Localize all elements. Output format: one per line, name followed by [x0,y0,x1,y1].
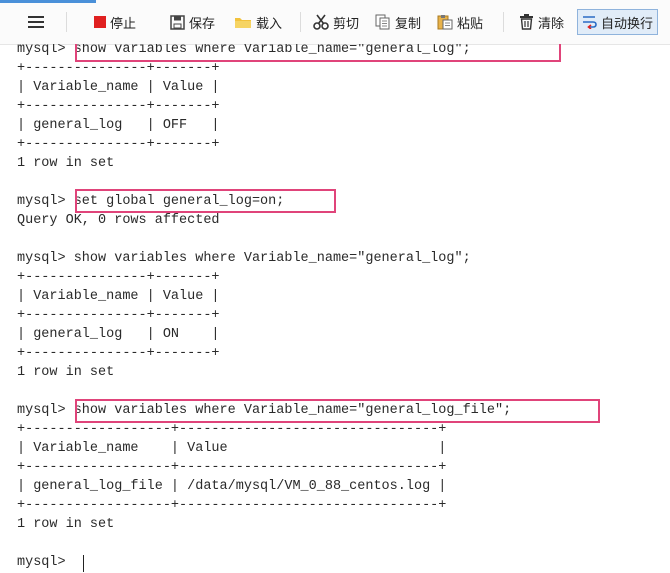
terminal-line: Query OK, 0 rows affected [17,213,220,228]
terminal-line: +---------------+-------+ [17,99,220,114]
cut-button[interactable]: 剪切 [313,10,359,34]
toolbar-separator [66,12,67,32]
copy-label: 复制 [395,15,422,31]
copy-icon [375,14,390,30]
clear-label: 清除 [538,15,565,31]
terminal-line: | Variable_name | Value | [17,80,220,95]
terminal-line: | Variable_name | Value | [17,289,220,304]
menu-button[interactable] [28,10,44,34]
load-label: 载入 [256,15,283,31]
folder-icon [235,18,251,28]
terminal-line: +---------------+-------+ [17,346,220,361]
trash-icon [520,14,533,30]
hamburger-icon [28,16,44,28]
terminal-line: +------------------+--------------------… [17,498,447,513]
terminal-line: | general_log | ON | [17,327,220,342]
active-tab-indicator [0,0,96,3]
clear-button[interactable]: 清除 [519,10,564,34]
stop-button[interactable]: 停止 [94,10,136,34]
terminal-line: +---------------+-------+ [17,270,220,285]
text-cursor [83,555,84,572]
terminal-line: +---------------+-------+ [17,308,220,323]
autowrap-toggle[interactable]: 自动换行 [577,9,659,35]
terminal-line: mysql> show variables where Variable_nam… [17,403,512,418]
terminal-line: mysql> [17,555,74,570]
paste-button[interactable]: 粘贴 [437,10,483,34]
terminal-output[interactable]: mysql> show variables where Variable_nam… [0,44,670,573]
toolbar-separator [503,12,504,32]
terminal-line: | general_log | OFF | [17,118,220,133]
terminal-line: 1 row in set [17,517,115,532]
terminal-toolbar: 停止 保存 载入 剪切 复制 粘贴 清除 自动换行 [0,0,670,45]
scissors-icon [313,14,329,30]
wrap-icon [583,16,597,29]
terminal-line: mysql> set global general_log=on; [17,194,285,209]
cut-label: 剪切 [333,15,360,31]
save-label: 保存 [189,15,216,31]
terminal-line: mysql> show variables where Variable_nam… [17,251,471,266]
terminal-line: | general_log_file | /data/mysql/VM_0_88… [17,479,447,494]
load-button[interactable]: 载入 [234,10,282,34]
copy-button[interactable]: 复制 [375,10,421,34]
toolbar-separator [300,12,301,32]
terminal-line: +------------------+--------------------… [17,460,447,475]
save-icon [170,14,185,30]
terminal-line: +---------------+-------+ [17,61,220,76]
terminal-line: +---------------+-------+ [17,137,220,152]
paste-label: 粘贴 [457,15,484,31]
terminal-line: +------------------+--------------------… [17,422,447,437]
autowrap-label: 自动换行 [601,15,654,31]
stop-label: 停止 [110,15,137,31]
terminal-line: 1 row in set [17,365,115,380]
terminal-line: | Variable_name | Value | [17,441,447,456]
stop-icon [94,16,106,28]
terminal-line: 1 row in set [17,156,115,171]
terminal-line: mysql> show variables where Variable_nam… [17,44,471,57]
paste-icon [437,15,453,30]
save-button[interactable]: 保存 [170,10,215,34]
